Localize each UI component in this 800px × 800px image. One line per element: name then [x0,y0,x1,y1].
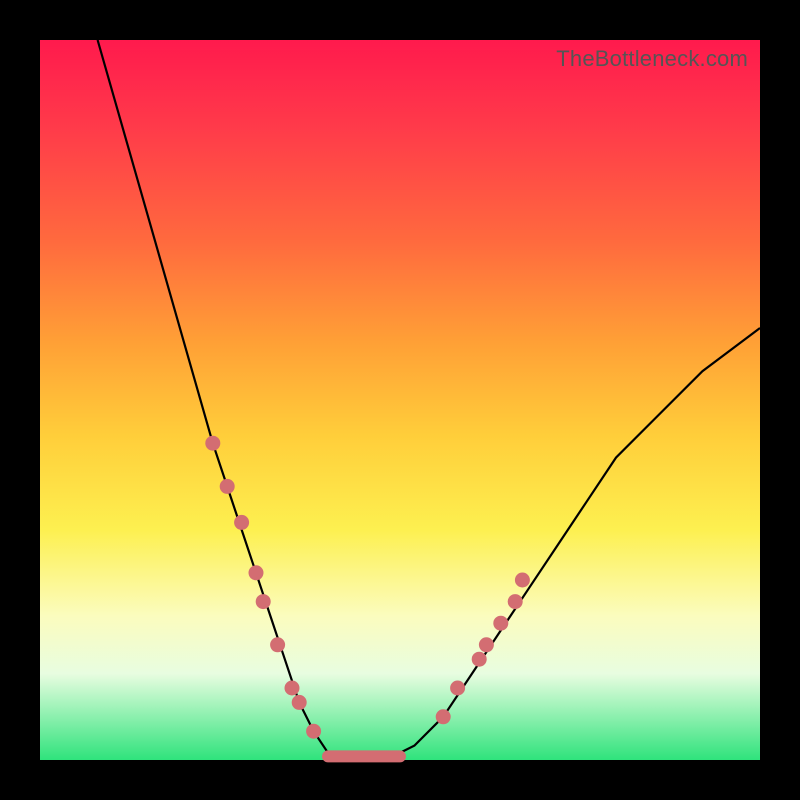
chart-plot-area: TheBottleneck.com [40,40,760,760]
marker-dot [493,616,508,631]
marker-dot [292,695,307,710]
marker-dot [256,594,271,609]
marker-dot [270,637,285,652]
marker-dot [249,565,264,580]
marker-dot [234,515,249,530]
marker-dot [479,637,494,652]
marker-dot [472,652,487,667]
bottleneck-curve [98,40,760,760]
marker-group [205,436,530,739]
chart-frame: TheBottleneck.com [0,0,800,800]
marker-dot [285,681,300,696]
marker-dot [515,573,530,588]
marker-dot [436,709,451,724]
marker-dot [450,681,465,696]
marker-dot [306,724,321,739]
chart-svg [40,40,760,760]
marker-dot [205,436,220,451]
marker-dot [220,479,235,494]
marker-dot [508,594,523,609]
